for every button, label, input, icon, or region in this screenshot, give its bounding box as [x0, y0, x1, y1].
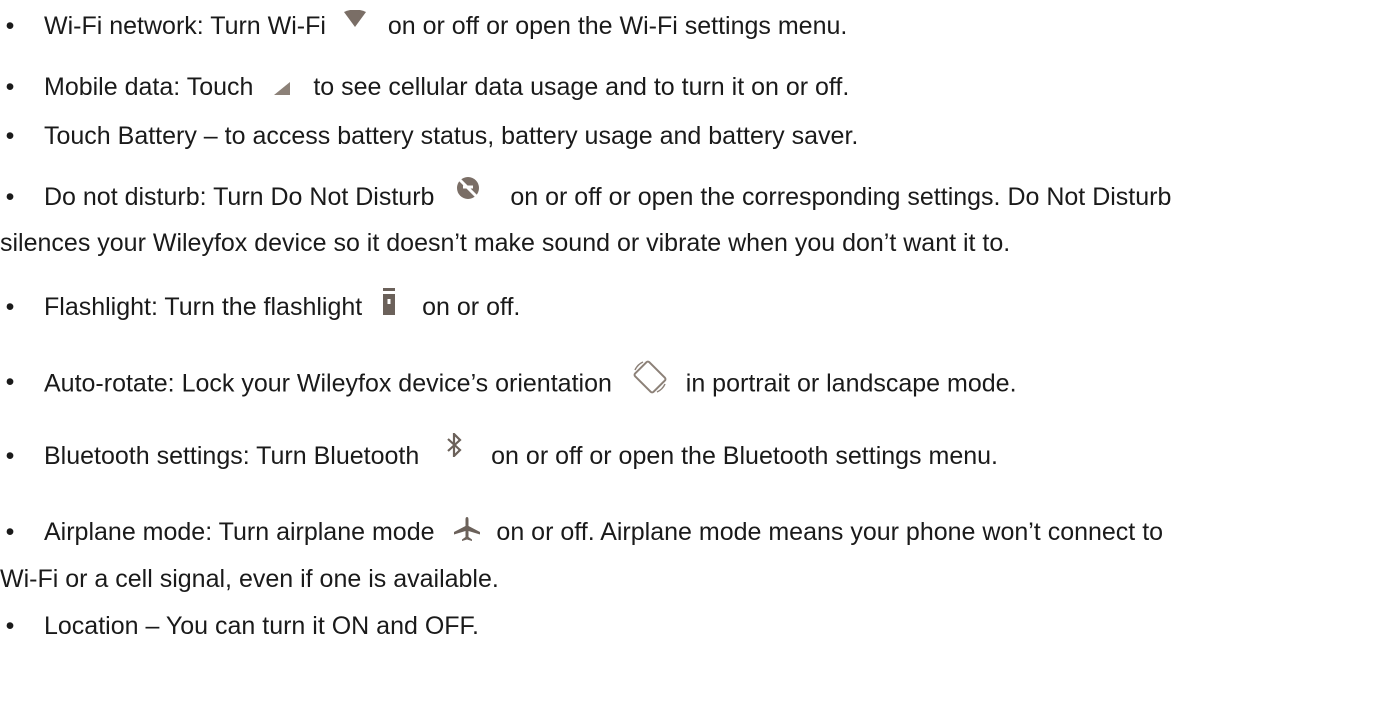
- bullet: •: [5, 73, 15, 101]
- bullet: •: [5, 12, 15, 40]
- signal-icon: [272, 80, 292, 96]
- item-text-continuation: silences your Wileyfox device so it does…: [0, 229, 1011, 257]
- item-text-after: on or off or open the Bluetooth settings…: [491, 442, 998, 470]
- do-not-disturb-icon: [455, 175, 481, 201]
- item-text-after: on or off or open the Wi-Fi settings men…: [387, 12, 848, 40]
- bluetooth-icon: [446, 433, 462, 458]
- bullet: •: [5, 442, 15, 470]
- item-text-continuation: Wi-Fi or a cell signal, even if one is a…: [0, 565, 499, 593]
- airplane-icon: [453, 516, 481, 542]
- item-text-after: to see cellular data usage and to turn i…: [313, 73, 850, 101]
- bullet: •: [5, 122, 15, 150]
- item-text-before: Auto-rotate: Lock your Wileyfox device’s…: [44, 369, 612, 398]
- bullet: •: [5, 293, 15, 321]
- wifi-icon: [343, 10, 367, 28]
- item-text-before: Mobile data: Touch: [44, 73, 254, 101]
- flashlight-icon: [383, 288, 396, 316]
- item-text-before: Bluetooth settings: Turn Bluetooth: [44, 442, 420, 470]
- item-text-after: in portrait or landscape mode.: [685, 369, 1017, 398]
- item-text-before: Flashlight: Turn the flashlight: [44, 293, 363, 321]
- item-text-before: Do not disturb: Turn Do Not Disturb: [44, 183, 435, 211]
- bullet: •: [5, 368, 15, 396]
- item-text-after: on or off or open the corresponding sett…: [510, 183, 1172, 211]
- bullet: •: [5, 518, 15, 546]
- bullet: •: [5, 183, 15, 211]
- bullet: •: [5, 612, 15, 640]
- auto-rotate-icon: [631, 358, 669, 396]
- item-text-before: Airplane mode: Turn airplane mode: [44, 518, 435, 546]
- item-text: Location – You can turn it ON and OFF.: [44, 612, 479, 640]
- item-text-after: on or off. Airplane mode means your phon…: [496, 518, 1164, 546]
- item-text-after: on or off.: [422, 293, 521, 321]
- item-text: Touch Battery – to access battery status…: [44, 122, 859, 150]
- item-text-before: Wi-Fi network: Turn Wi-Fi: [44, 12, 326, 40]
